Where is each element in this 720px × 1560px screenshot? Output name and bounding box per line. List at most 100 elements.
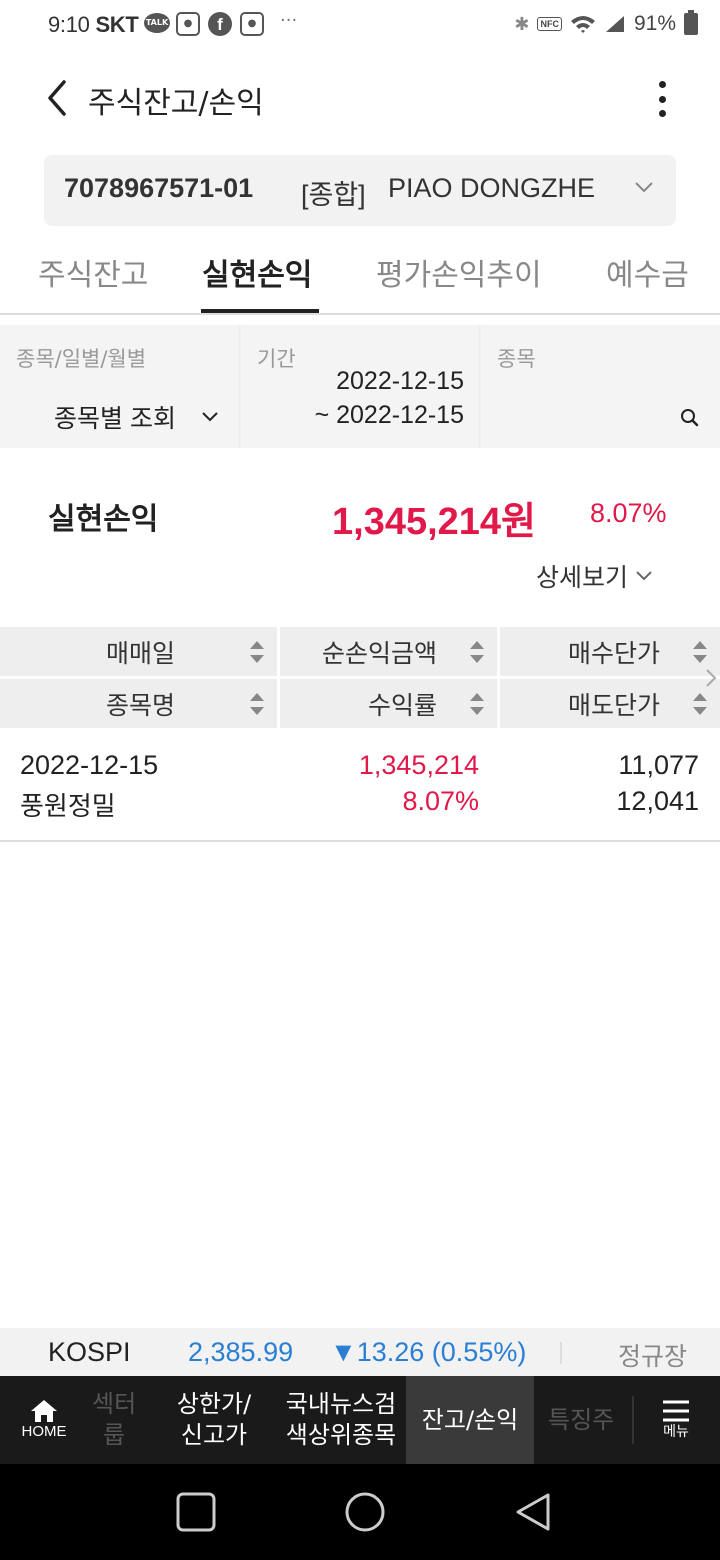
status-right: ✱ NFC 91%	[514, 10, 698, 36]
column-header-rate[interactable]: 수익률	[280, 679, 497, 728]
nav-upper-limit[interactable]: 상한가/ 신고가	[162, 1376, 266, 1464]
paw-icon: ●	[176, 12, 200, 36]
period-from: 2022-12-15	[336, 367, 464, 395]
nav-menu[interactable]: 메뉴	[640, 1376, 712, 1464]
account-holder-name: PIAO DONGZHE	[388, 173, 596, 203]
header-label: 종목명	[105, 690, 175, 720]
market-index-bar[interactable]: KOSPI 2,385.99 ▼13.26 (0.55%) 정규장	[0, 1328, 720, 1376]
chevron-down-icon	[635, 182, 653, 193]
realized-pnl-label: 실현손익	[48, 502, 159, 537]
chevron-down-icon	[636, 571, 652, 581]
column-header-buy-price[interactable]: 매수단가	[500, 627, 720, 676]
tab-bar: 주식잔고 실현손익 평가손익추이 예수금	[0, 246, 720, 315]
index-change: ▼13.26 (0.55%)	[330, 1337, 527, 1367]
period-to: ~ 2022-12-15	[314, 401, 464, 429]
more-options-button[interactable]	[648, 78, 676, 120]
filter-stock[interactable]: 종목	[481, 325, 720, 448]
cell-trade-date: 2022-12-15	[20, 750, 159, 780]
sort-icon	[250, 693, 264, 715]
cell-net-profit: 1,345,214	[358, 750, 479, 780]
filter-mode[interactable]: 종목/일별/월별 종목별 조회	[0, 325, 238, 448]
sort-icon	[470, 693, 484, 715]
paw-icon-2: ●	[240, 12, 264, 36]
chevron-left-icon	[48, 80, 66, 116]
filter-period[interactable]: 기간 2022-12-15 ~ 2022-12-15	[241, 325, 478, 448]
facebook-icon: f	[208, 12, 232, 36]
sort-icon	[693, 641, 707, 663]
nav-balance-pnl[interactable]: 잔고/손익	[406, 1376, 534, 1464]
table-row[interactable]: 2022-12-15 풍원정밀 1,345,214 8.07% 11,077 1…	[0, 750, 720, 830]
index-name: KOSPI	[48, 1337, 131, 1367]
bluetooth-icon: ✱	[514, 13, 530, 34]
filter-mode-value: 종목별 조회	[54, 405, 176, 433]
nav-home-label: HOME	[21, 1423, 67, 1440]
back-triangle-icon[interactable]	[514, 1492, 552, 1532]
active-tab-underline	[201, 309, 319, 313]
detail-view-label: 상세보기	[536, 563, 629, 592]
row-divider	[0, 840, 720, 842]
account-selector[interactable]: 7078967571-01 [종합] PIAO DONGZHE	[44, 155, 676, 226]
cell-buy-price: 11,077	[618, 750, 699, 780]
sort-icon	[693, 693, 707, 715]
filter-mode-label: 종목/일별/월별	[16, 347, 147, 371]
wifi-icon	[570, 16, 595, 33]
market-session: 정규장	[618, 1342, 688, 1371]
header-label: 매매일	[105, 638, 175, 668]
sort-icon	[470, 641, 484, 663]
recent-apps-icon[interactable]	[176, 1492, 216, 1532]
hamburger-menu-icon	[663, 1400, 689, 1422]
system-navigation-bar	[0, 1464, 720, 1560]
nav-menu-label: 메뉴	[663, 1424, 689, 1440]
nav-home[interactable]: HOME	[0, 1376, 88, 1464]
sort-icon	[250, 641, 264, 663]
filter-stock-label: 종목	[497, 347, 536, 371]
header-label: 수익률	[367, 690, 437, 720]
nfc-icon: NFC	[537, 17, 562, 31]
realized-pnl-rate: 8.07%	[590, 498, 667, 528]
filter-period-label: 기간	[257, 347, 296, 371]
column-header-trade-date[interactable]: 매매일	[0, 627, 277, 676]
column-header-sell-price[interactable]: 매도단가	[500, 679, 720, 728]
index-value: 2,385.99	[188, 1337, 294, 1367]
header-label: 순손익금액	[321, 638, 437, 668]
divider	[560, 1342, 562, 1364]
cell-rate: 8.07%	[402, 786, 479, 816]
filter-bar: 종목/일별/월별 종목별 조회 기간 2022-12-15 ~ 2022-12-…	[0, 325, 720, 448]
back-button[interactable]	[40, 78, 80, 118]
talk-icon: TALK	[144, 13, 170, 33]
home-circle-icon[interactable]	[344, 1491, 386, 1533]
battery-icon	[684, 10, 698, 35]
tab-deposit[interactable]: 예수금	[606, 246, 689, 315]
page-title: 주식잔고/손익	[88, 86, 264, 121]
signal-icon	[605, 16, 624, 32]
dot	[658, 110, 666, 117]
more-notifications-icon: ···	[280, 10, 298, 31]
search-icon	[681, 409, 699, 427]
header-label: 매수단가	[567, 638, 660, 668]
bottom-navigation: HOME 섹터 룹 상한가/ 신고가 국내뉴스검 색상위종목 잔고/손익 특징주…	[0, 1376, 720, 1464]
battery-text: 91%	[633, 12, 676, 35]
tab-realized-pnl[interactable]: 실현손익	[202, 246, 312, 315]
column-header-net-profit[interactable]: 순손익금액	[280, 627, 497, 676]
column-header-stock-name[interactable]: 종목명	[0, 679, 277, 728]
divider	[632, 1396, 634, 1444]
detail-view-button[interactable]: 상세보기	[536, 558, 654, 594]
status-time: 9:10 SKT	[48, 12, 139, 37]
home-icon	[31, 1400, 57, 1422]
status-bar: 9:10 SKT TALK ● f ● ··· ✱ NFC 91%	[0, 0, 720, 52]
dot	[658, 95, 666, 103]
dot	[658, 81, 666, 88]
chevron-down-icon	[202, 412, 218, 422]
scroll-right-chevron-icon[interactable]	[704, 667, 718, 689]
nav-sector[interactable]: 섹터 룹	[92, 1376, 148, 1464]
cell-sell-price: 12,041	[616, 786, 699, 816]
cell-stock-name: 풍원정밀	[20, 792, 116, 822]
realized-pnl-amount: 1,345,214원	[332, 501, 537, 543]
account-type: [종합]	[301, 180, 366, 210]
nav-news-search[interactable]: 국내뉴스검 색상위종목	[276, 1376, 406, 1464]
tab-valuation-trend[interactable]: 평가손익추이	[376, 246, 542, 315]
tab-stock-balance[interactable]: 주식잔고	[38, 246, 148, 315]
nav-featured-stocks[interactable]: 특징주	[548, 1376, 632, 1464]
header-label: 매도단가	[567, 690, 660, 720]
account-number: 7078967571-01	[64, 173, 254, 203]
